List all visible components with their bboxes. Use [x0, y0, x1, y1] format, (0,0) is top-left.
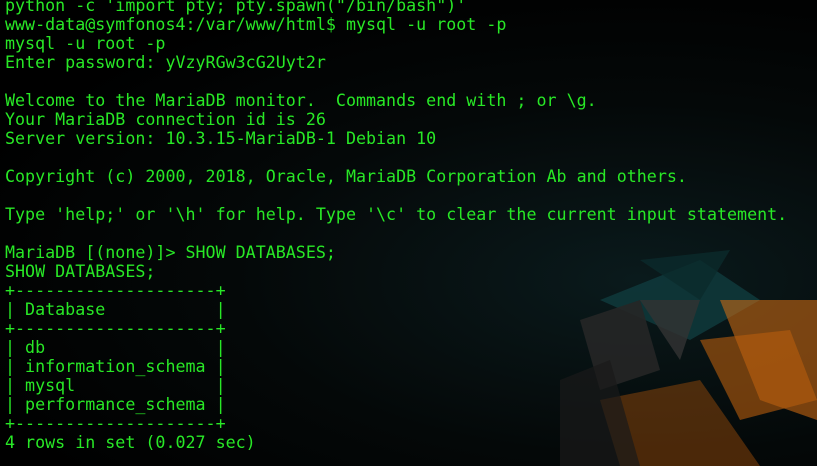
terminal-line: Copyright (c) 2000, 2018, Oracle, MariaD… — [5, 167, 687, 186]
table-border: +--------------------+ — [5, 281, 226, 300]
terminal-line: 4 rows in set (0.027 sec) — [5, 433, 256, 452]
terminal-line: Type 'help;' or '\h' for help. Type '\c'… — [5, 205, 788, 224]
terminal-line: Welcome to the MariaDB monitor. Commands… — [5, 91, 597, 110]
table-row: | mysql | — [5, 376, 226, 395]
terminal-line: www-data@symfonos4:/var/www/html$ mysql … — [5, 15, 507, 34]
table-border: +--------------------+ — [5, 414, 226, 433]
terminal-line: Server version: 10.3.15-MariaDB-1 Debian… — [5, 129, 437, 148]
table-border: +--------------------+ — [5, 319, 226, 338]
terminal-output: python -c 'import pty; pty.spawn("/bin/b… — [5, 0, 787, 452]
terminal-line: MariaDB [(none)]> SHOW DATABASES; — [5, 243, 336, 262]
table-row: | db | — [5, 338, 226, 357]
table-row: | information_schema | — [5, 357, 226, 376]
terminal-line: Enter password: yVzyRGw3cG2Uyt2r — [5, 53, 326, 72]
terminal-line: SHOW DATABASES; — [5, 262, 156, 281]
terminal-line: Your MariaDB connection id is 26 — [5, 110, 326, 129]
table-header: | Database | — [5, 300, 226, 319]
table-row: | performance_schema | — [5, 395, 226, 414]
terminal-window[interactable]: python -c 'import pty; pty.spawn("/bin/b… — [0, 0, 817, 466]
terminal-line: mysql -u root -p — [5, 34, 166, 53]
terminal-line: python -c 'import pty; pty.spawn("/bin/b… — [5, 0, 467, 15]
